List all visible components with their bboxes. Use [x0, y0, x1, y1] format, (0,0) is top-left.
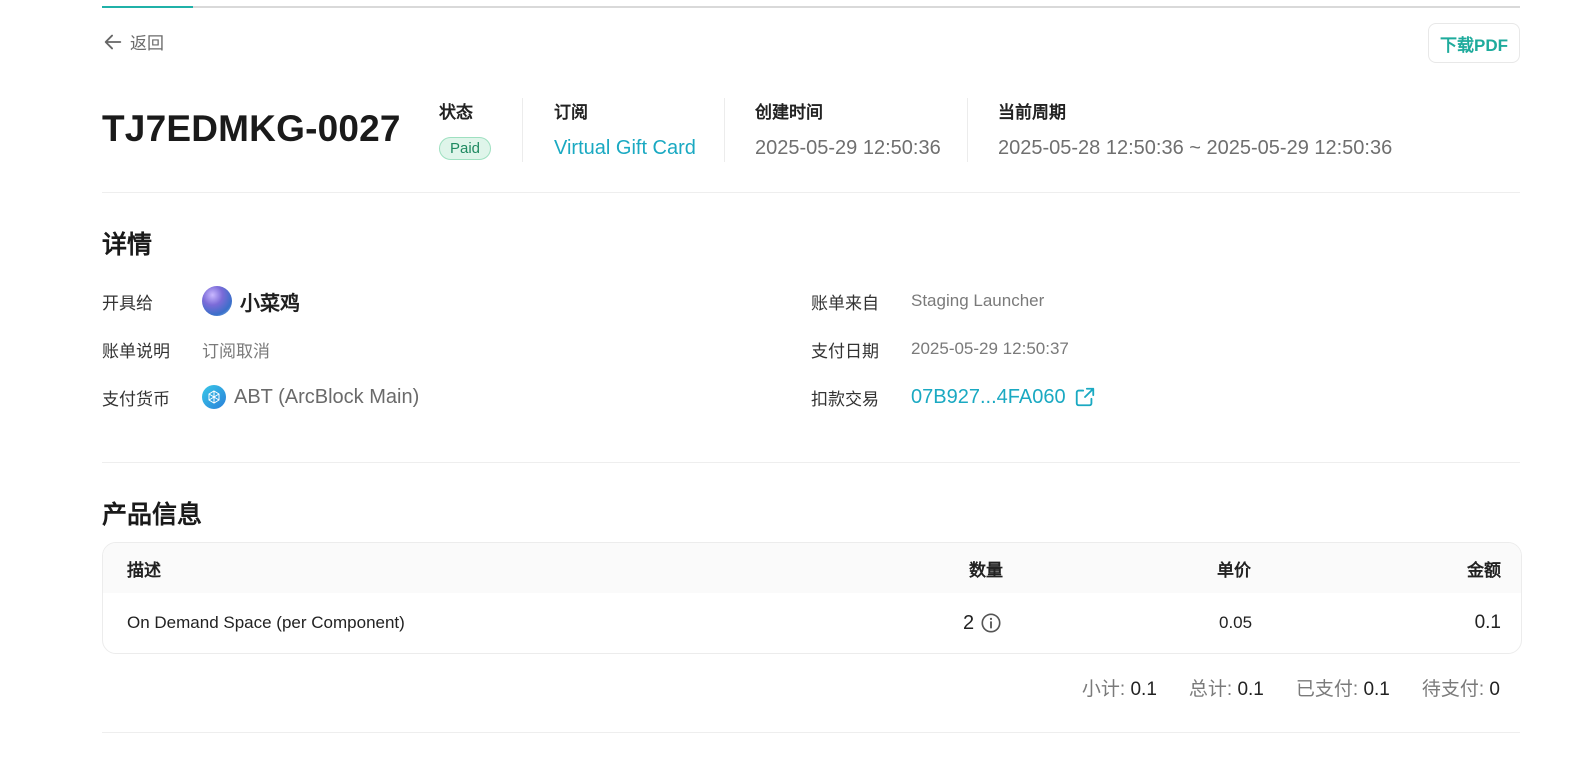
subscription-group: 订阅 Virtual Gift Card [554, 92, 696, 160]
subtotal-label: 小计: [1081, 679, 1126, 700]
user-avatar [202, 286, 232, 316]
transaction-hash: 07B927...4FA060 [911, 385, 1066, 408]
invoice-summary: TJ7EDMKG-0027 状态 Paid 订阅 Virtual Gift Ca… [102, 92, 1520, 172]
section-divider [102, 192, 1520, 193]
status-label: 状态 [439, 103, 473, 122]
column-header-unit-price: 单价 [1217, 560, 1251, 580]
row-quantity-value: 2 [963, 611, 975, 634]
source-row: 账单来自 Staging Launcher [811, 285, 1044, 317]
period-label: 当前周期 [998, 103, 1066, 122]
subscription-label: 订阅 [554, 103, 588, 122]
created-label: 创建时间 [755, 103, 823, 122]
download-pdf-button[interactable]: 下载PDF [1428, 23, 1520, 63]
billed-to-label: 开具给 [102, 293, 153, 313]
products-table: 描述 数量 单价 金额 On Demand Space (per Compone… [102, 542, 1522, 654]
meta-divider [967, 98, 968, 162]
total-value: 0.1 [1237, 679, 1264, 700]
billed-to-row: 开具给 小菜鸡 [102, 285, 300, 317]
row-unit-price: 0.05 [1219, 613, 1253, 632]
transaction-label: 扣款交易 [811, 389, 879, 409]
currency-name: ABT (ArcBlock Main) [234, 385, 420, 408]
created-group: 创建时间 2025-05-29 12:50:36 [755, 92, 941, 160]
status-badge: Paid [439, 137, 492, 160]
table-row: On Demand Space (per Component) 2 0.05 0… [103, 593, 1521, 653]
row-description: On Demand Space (per Component) [127, 613, 405, 632]
invoice-number: TJ7EDMKG-0027 [102, 108, 401, 149]
transaction-row: 扣款交易 07B927...4FA060 [811, 381, 1096, 413]
source-label: 账单来自 [811, 293, 879, 313]
billed-to-name: 小菜鸡 [240, 292, 300, 315]
source-value: Staging Launcher [911, 291, 1045, 310]
currency-row: 支付货币 ABT (ArcBlock Main) [102, 381, 419, 413]
transaction-link[interactable]: 07B927...4FA060 [911, 386, 1096, 409]
totals-summary: 小计: 0.1 总计: 0.1 已支付: 0.1 待支付: 0 [1082, 674, 1500, 701]
subtotal-value: 0.1 [1130, 679, 1157, 700]
description-row: 账单说明 订阅取消 [102, 333, 270, 365]
page-progress-fill [102, 6, 193, 8]
column-header-quantity: 数量 [969, 560, 1003, 580]
description-label: 账单说明 [102, 341, 170, 361]
external-link-icon[interactable] [1074, 386, 1096, 408]
description-value: 订阅取消 [202, 341, 270, 361]
total-label: 总计: [1188, 679, 1233, 700]
row-quantity: 2 [963, 593, 1002, 653]
due-value: 0 [1489, 679, 1500, 700]
meta-divider [724, 98, 725, 162]
total: 总计: 0.1 [1189, 674, 1264, 701]
abt-coin-icon [202, 385, 226, 409]
subtotal: 小计: 0.1 [1082, 674, 1157, 701]
billed-to-value[interactable]: 小菜鸡 [202, 286, 300, 316]
row-amount: 0.1 [1474, 612, 1501, 633]
paid-label: 已支付: [1295, 679, 1359, 700]
back-label: 返回 [130, 34, 164, 53]
paid-total: 已支付: 0.1 [1296, 674, 1390, 701]
column-header-amount: 金额 [1467, 560, 1501, 580]
created-value: 2025-05-29 12:50:36 [755, 137, 941, 159]
column-header-description: 描述 [127, 560, 161, 580]
paid-date-value: 2025-05-29 12:50:37 [911, 339, 1069, 358]
currency-value: ABT (ArcBlock Main) [202, 385, 419, 409]
period-value: 2025-05-28 12:50:36 ~ 2025-05-29 12:50:3… [998, 137, 1393, 159]
meta-divider [522, 98, 523, 162]
paid-date-label: 支付日期 [811, 341, 879, 361]
products-title: 产品信息 [102, 501, 203, 529]
section-divider [102, 732, 1520, 733]
currency-label: 支付货币 [102, 389, 170, 409]
due-label: 待支付: [1421, 679, 1485, 700]
details-title: 详情 [102, 231, 153, 259]
section-divider [102, 462, 1520, 463]
table-header: 描述 数量 单价 金额 [103, 543, 1521, 593]
page-progress-track [102, 6, 1520, 8]
amount-due: 待支付: 0 [1422, 674, 1500, 701]
paid-date-row: 支付日期 2025-05-29 12:50:37 [811, 333, 1069, 365]
paid-value: 0.1 [1363, 679, 1390, 700]
status-group: 状态 Paid [439, 92, 492, 160]
info-icon[interactable] [980, 612, 1002, 634]
subscription-link[interactable]: Virtual Gift Card [554, 137, 696, 160]
arrow-left-icon [104, 34, 122, 49]
period-group: 当前周期 2025-05-28 12:50:36 ~ 2025-05-29 12… [998, 92, 1392, 160]
back-button[interactable]: 返回 [102, 29, 164, 54]
